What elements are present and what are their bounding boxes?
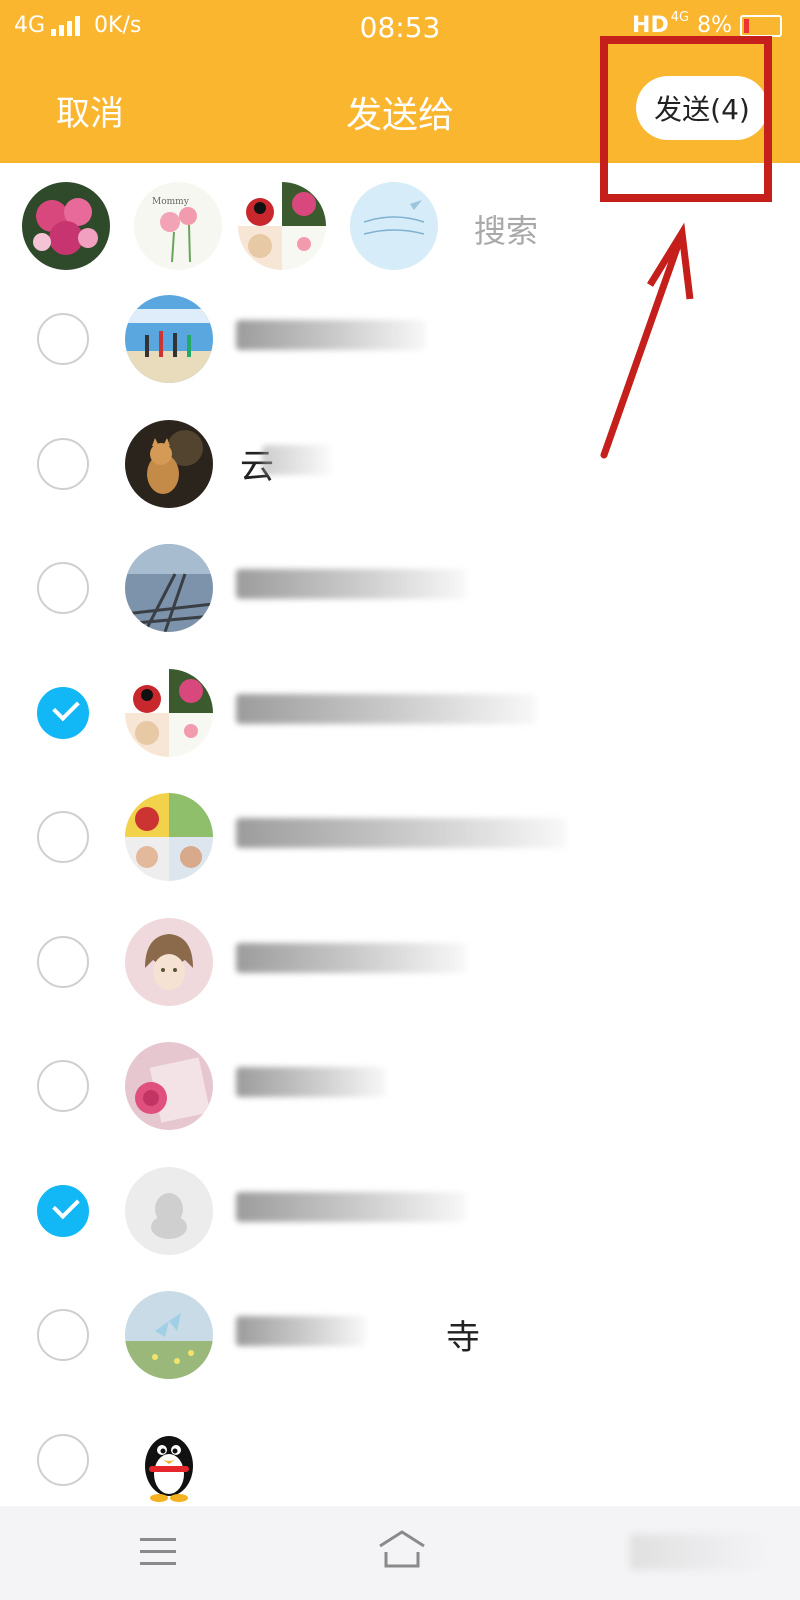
checkbox-checked[interactable]	[37, 686, 89, 739]
selected-avatar-sky[interactable]	[350, 182, 438, 270]
avatar-anime	[125, 917, 213, 1006]
list-item[interactable]	[0, 1397, 800, 1522]
contact-name: 寺	[446, 1318, 480, 1358]
checkbox[interactable]	[37, 1433, 89, 1486]
list-item[interactable]	[0, 899, 800, 1024]
avatar-collage	[125, 668, 213, 757]
list-item[interactable]	[0, 1148, 800, 1273]
checkbox-checked[interactable]	[37, 1184, 89, 1237]
system-nav-bar	[0, 1506, 800, 1600]
checkbox[interactable]	[37, 1309, 89, 1361]
list-item[interactable]: 寺	[0, 1272, 800, 1397]
checkbox[interactable]	[37, 437, 89, 490]
avatar-travel	[125, 295, 213, 383]
blurred-name	[236, 320, 426, 350]
avatar-butterfly	[125, 1291, 213, 1379]
list-item[interactable]	[0, 525, 800, 650]
battery-icon	[740, 14, 782, 37]
blurred-name	[236, 693, 536, 724]
annotation-arrow-icon	[600, 222, 694, 459]
checkbox[interactable]	[37, 811, 89, 863]
avatar-group	[125, 793, 213, 881]
avatar-rose-book	[125, 1042, 213, 1130]
list-item[interactable]	[0, 650, 800, 775]
avatar-cat	[125, 419, 213, 508]
list-item[interactable]	[0, 1023, 800, 1148]
avatar-default-penguin	[125, 1166, 213, 1255]
blurred-name	[236, 569, 466, 599]
home-icon[interactable]	[376, 1528, 428, 1570]
blurred-name	[236, 942, 466, 973]
selected-avatar-collage[interactable]	[238, 182, 326, 270]
annotation-highlight-box	[600, 36, 772, 202]
battery-percent: 8%	[697, 13, 732, 38]
svg-text:Mommy: Mommy	[152, 197, 190, 207]
blurred-name	[236, 1191, 466, 1222]
hd-indicator: HD	[632, 13, 669, 38]
search-input[interactable]: 搜索	[474, 206, 538, 252]
checkbox[interactable]	[37, 562, 89, 614]
blurred-name	[262, 444, 332, 475]
avatar-rail	[125, 544, 213, 632]
menu-icon[interactable]	[140, 1538, 176, 1566]
blurred-name	[236, 818, 566, 848]
selected-avatar-roses[interactable]	[22, 182, 110, 270]
checkbox[interactable]	[37, 935, 89, 988]
network-indicator: 4G	[670, 10, 690, 25]
checkbox[interactable]	[37, 313, 89, 365]
blurred-name	[236, 1067, 386, 1097]
checkbox[interactable]	[37, 1060, 89, 1112]
list-item[interactable]	[0, 774, 800, 899]
blurred-area	[630, 1534, 770, 1570]
penguin-icon	[125, 1416, 213, 1504]
selected-avatar-carnation[interactable]: Mommy	[134, 182, 222, 270]
blurred-name	[236, 1316, 366, 1346]
